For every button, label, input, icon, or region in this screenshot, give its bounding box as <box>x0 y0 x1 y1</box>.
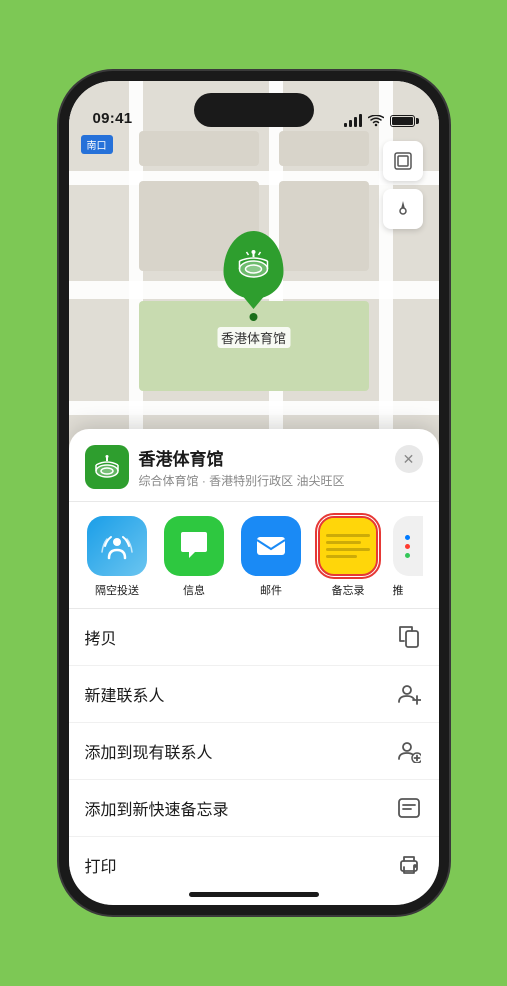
copy-icon <box>395 623 423 651</box>
battery-icon <box>390 115 415 127</box>
notes-label: 备忘录 <box>332 582 365 598</box>
share-item-messages[interactable]: 信息 <box>162 516 227 598</box>
messages-label: 信息 <box>183 582 205 598</box>
action-new-contact-label: 新建联系人 <box>85 682 165 706</box>
map-north-exit-label: 南口 <box>81 135 113 154</box>
mail-icon <box>241 516 301 576</box>
venue-name: 香港体育馆 <box>139 445 395 470</box>
action-list: 拷贝 新建联系人 <box>69 609 439 885</box>
more-label: 推 <box>393 582 404 598</box>
airdrop-label: 隔空投送 <box>95 582 139 598</box>
action-new-contact[interactable]: 新建联系人 <box>69 666 439 723</box>
note-icon <box>395 794 423 822</box>
share-item-more[interactable]: 推 <box>393 516 423 598</box>
map-location-button[interactable] <box>383 189 423 229</box>
status-icons <box>344 115 415 127</box>
person-plus-icon <box>395 737 423 765</box>
mail-label: 邮件 <box>260 582 282 598</box>
action-add-contact[interactable]: 添加到现有联系人 <box>69 723 439 780</box>
map-controls <box>383 141 423 237</box>
venue-header: 香港体育馆 综合体育馆 · 香港特别行政区 油尖旺区 ✕ <box>69 429 439 502</box>
action-copy-label: 拷贝 <box>85 625 117 649</box>
action-add-note-label: 添加到新快速备忘录 <box>85 796 229 820</box>
action-add-note[interactable]: 添加到新快速备忘录 <box>69 780 439 837</box>
close-button[interactable]: ✕ <box>395 445 423 473</box>
print-icon <box>395 851 423 879</box>
person-add-icon <box>395 680 423 708</box>
share-item-notes[interactable]: 备忘录 <box>316 516 381 598</box>
home-indicator <box>189 892 319 897</box>
action-add-contact-label: 添加到现有联系人 <box>85 739 213 763</box>
bottom-sheet: 香港体育馆 综合体育馆 · 香港特别行政区 油尖旺区 ✕ <box>69 429 439 905</box>
messages-icon <box>164 516 224 576</box>
status-time: 09:41 <box>93 110 133 127</box>
action-print-label: 打印 <box>85 853 117 877</box>
map-layers-button[interactable] <box>383 141 423 181</box>
pin-dot <box>249 313 257 321</box>
venue-subtitle: 综合体育馆 · 香港特别行政区 油尖旺区 <box>139 472 395 489</box>
pin-icon <box>223 231 283 299</box>
phone-frame: 09:41 <box>59 71 449 915</box>
share-row: 隔空投送 信息 邮件 <box>69 502 439 609</box>
notes-icon <box>318 516 378 576</box>
more-icon <box>393 516 423 576</box>
pin-label: 香港体育馆 <box>217 327 290 348</box>
airdrop-icon <box>87 516 147 576</box>
share-item-airdrop[interactable]: 隔空投送 <box>85 516 150 598</box>
stadium-pin: 香港体育馆 <box>217 231 290 348</box>
action-print[interactable]: 打印 <box>69 837 439 885</box>
venue-info: 香港体育馆 综合体育馆 · 香港特别行政区 油尖旺区 <box>139 445 395 489</box>
dynamic-island <box>194 93 314 127</box>
wifi-icon <box>368 115 384 127</box>
share-item-mail[interactable]: 邮件 <box>239 516 304 598</box>
venue-icon <box>85 445 129 489</box>
action-copy[interactable]: 拷贝 <box>69 609 439 666</box>
signal-icon <box>344 115 362 127</box>
